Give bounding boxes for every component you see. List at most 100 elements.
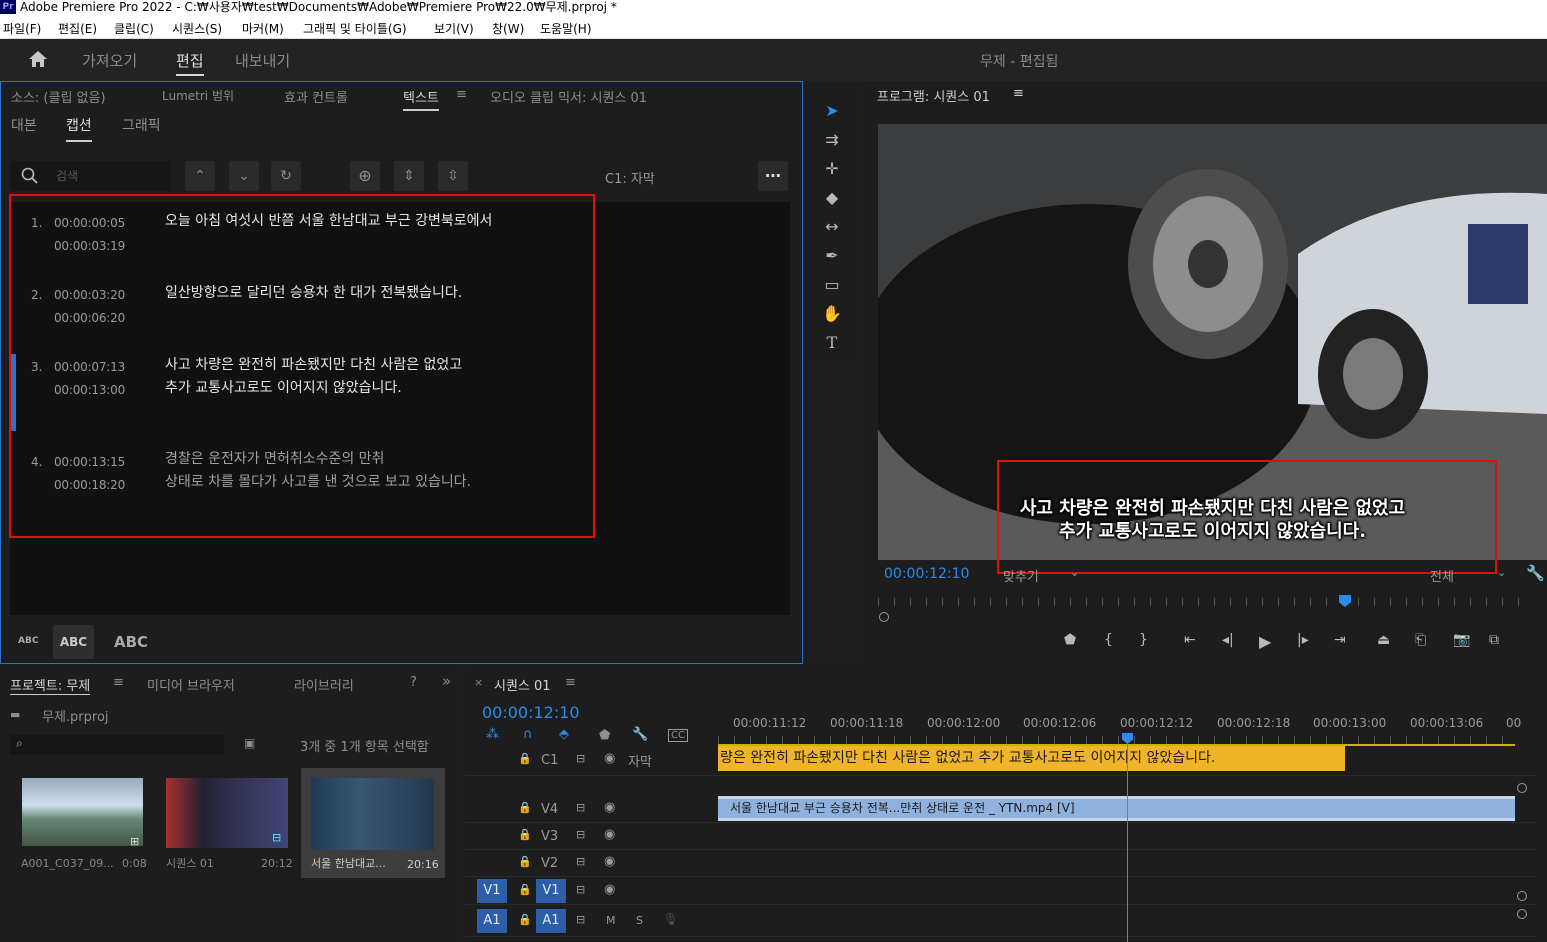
add-marker-icon[interactable]: ⬟ bbox=[1064, 632, 1076, 648]
go-to-out-icon[interactable]: ⇥ bbox=[1334, 632, 1346, 648]
menu-marker[interactable]: 마커(M) bbox=[242, 20, 284, 37]
pen-tool-icon[interactable]: ✒ bbox=[820, 244, 844, 268]
menu-icon[interactable]: ≡ bbox=[113, 675, 124, 690]
timeline-playhead[interactable] bbox=[1127, 736, 1128, 942]
lock-icon[interactable]: 🔒 bbox=[518, 752, 532, 765]
menu-edit[interactable]: 편집(E) bbox=[58, 20, 97, 37]
linked-selection-icon[interactable]: ⬘ bbox=[559, 727, 569, 742]
sync-lock-icon[interactable]: ⊟ bbox=[576, 752, 585, 765]
selection-tool-icon[interactable]: ➤ bbox=[820, 99, 844, 123]
microphone-icon[interactable]: 🎙 bbox=[663, 912, 678, 926]
vertical-scroll-handle[interactable] bbox=[1517, 909, 1527, 919]
chevron-down-icon[interactable]: ⌄ bbox=[1070, 566, 1079, 579]
text-size-medium[interactable]: ABC bbox=[53, 625, 94, 659]
source-patch-a1[interactable]: A1 bbox=[477, 909, 507, 933]
refresh-icon[interactable]: ↻ bbox=[271, 161, 301, 191]
menu-file[interactable]: 파일(F) bbox=[3, 20, 41, 37]
snap-icon[interactable]: ∩ bbox=[523, 727, 533, 742]
tab-libraries[interactable]: 라이브러리 bbox=[294, 675, 354, 694]
merge-caption-button[interactable]: ⇳ bbox=[438, 161, 468, 191]
timeline-tab[interactable]: 시퀀스 01 bbox=[494, 675, 551, 694]
project-search-input[interactable]: ⌕ bbox=[10, 735, 224, 755]
rectangle-tool-icon[interactable]: ▭ bbox=[820, 273, 844, 297]
menu-sequence[interactable]: 시퀀스(S) bbox=[172, 20, 222, 37]
menu-graphics[interactable]: 그래픽 및 타이틀(G) bbox=[303, 20, 407, 37]
razor-tool-icon[interactable]: ◆ bbox=[820, 186, 844, 210]
step-back-icon[interactable]: ◂| bbox=[1222, 632, 1234, 648]
more-options-icon[interactable]: ⋯ bbox=[758, 161, 788, 191]
caption-clip[interactable]: 량은 완전히 파손됐지만 다친 사람은 없었고 추가 교통사고로도 이어지지 않… bbox=[718, 746, 1345, 771]
eye-icon[interactable]: ◉ bbox=[604, 751, 615, 766]
add-caption-button[interactable]: ⊕ bbox=[350, 161, 380, 191]
text-size-large[interactable]: ABC bbox=[114, 633, 148, 651]
tab-audio-clip-mixer[interactable]: 오디오 클립 믹서: 시퀀스 01 bbox=[490, 87, 647, 106]
play-icon[interactable]: ▶ bbox=[1259, 632, 1271, 651]
mark-out-icon[interactable]: } bbox=[1139, 632, 1148, 648]
lock-icon[interactable]: 🔒 bbox=[518, 855, 532, 868]
wrench-icon[interactable]: 🔧 bbox=[632, 727, 648, 742]
prev-caption-button[interactable]: ⌃ bbox=[185, 161, 215, 191]
lift-icon[interactable]: ⏏ bbox=[1377, 632, 1390, 648]
add-marker-icon[interactable]: ⬟ bbox=[599, 728, 610, 743]
menu-view[interactable]: 보기(V) bbox=[434, 20, 474, 37]
search-input[interactable]: 검색 bbox=[56, 167, 78, 184]
type-tool-icon[interactable]: T bbox=[820, 331, 844, 355]
sync-lock-icon[interactable]: ⊟ bbox=[576, 883, 585, 896]
tab-source[interactable]: 소스: (클립 없음) bbox=[11, 87, 106, 106]
chevron-down-icon[interactable]: ⌄ bbox=[1497, 566, 1506, 579]
timeline-timecode[interactable]: 00:00:12:10 bbox=[482, 703, 580, 722]
vertical-scroll-handle[interactable] bbox=[1517, 783, 1527, 793]
menu-window[interactable]: 창(W) bbox=[492, 20, 524, 37]
search-box[interactable]: 검색 bbox=[11, 161, 171, 191]
program-ruler[interactable] bbox=[878, 598, 1528, 606]
new-bin-icon[interactable]: ▣ bbox=[244, 736, 255, 750]
subtab-graphics[interactable]: 그래픽 bbox=[122, 115, 161, 135]
tab-project[interactable]: 프로젝트: 무제 bbox=[10, 675, 91, 695]
export-frame-icon[interactable]: 📷 bbox=[1453, 632, 1470, 648]
wrench-icon[interactable]: 🔧 bbox=[1526, 564, 1545, 582]
compare-view-icon[interactable]: ⧉ bbox=[1489, 632, 1499, 648]
home-icon[interactable] bbox=[28, 50, 48, 68]
ripple-edit-tool-icon[interactable]: ✛ bbox=[820, 157, 844, 181]
next-caption-button[interactable]: ⌄ bbox=[229, 161, 259, 191]
eye-icon[interactable]: ◉ bbox=[604, 800, 615, 815]
eye-icon[interactable]: ◉ bbox=[604, 827, 615, 842]
lock-icon[interactable]: 🔒 bbox=[518, 801, 532, 814]
split-caption-button[interactable]: ⇕ bbox=[394, 161, 424, 191]
lock-icon[interactable]: 🔒 bbox=[518, 913, 532, 926]
menu-icon[interactable]: ≡ bbox=[1013, 86, 1024, 101]
timeline-ruler[interactable] bbox=[718, 736, 1515, 746]
track-id[interactable]: V1 bbox=[536, 879, 566, 903]
mute-button[interactable]: M bbox=[606, 914, 616, 927]
track-id[interactable]: A1 bbox=[536, 909, 566, 933]
tab-effect-controls[interactable]: 효과 컨트롤 bbox=[284, 87, 348, 106]
tab-media-browser[interactable]: 미디어 브라우저 bbox=[147, 675, 235, 694]
program-timecode[interactable]: 00:00:12:10 bbox=[884, 566, 969, 582]
sync-lock-icon[interactable]: ⊟ bbox=[576, 855, 585, 868]
tab-export[interactable]: 내보내기 bbox=[235, 50, 290, 71]
panel-overflow-icon[interactable]: » bbox=[442, 672, 451, 690]
subtab-transcript[interactable]: 대본 bbox=[11, 115, 37, 135]
sync-lock-icon[interactable]: ⊟ bbox=[576, 801, 585, 814]
tab-import[interactable]: 가져오기 bbox=[82, 50, 137, 71]
sync-lock-icon[interactable]: ⊟ bbox=[576, 828, 585, 841]
track-select-tool-icon[interactable]: ⇉ bbox=[820, 128, 844, 152]
hand-tool-icon[interactable]: ✋ bbox=[820, 302, 844, 326]
video-clip[interactable]: 서울 한남대교 부근 승용차 전복...만취 상태로 운전 _ YTN.mp4 … bbox=[718, 796, 1515, 821]
menu-icon[interactable]: ≡ bbox=[456, 87, 467, 102]
source-patch-v1[interactable]: V1 bbox=[477, 879, 507, 903]
project-item[interactable]: ⊟ 시퀀스 01 20:12 bbox=[158, 769, 298, 879]
tab-edit[interactable]: 편집 bbox=[176, 50, 204, 76]
vertical-scroll-handle[interactable] bbox=[1517, 891, 1527, 901]
close-icon[interactable]: × bbox=[474, 676, 483, 689]
project-item-selected[interactable]: 서울 한남대교... 20:16 bbox=[301, 768, 445, 878]
step-forward-icon[interactable]: |▸ bbox=[1297, 632, 1309, 648]
menu-help[interactable]: 도움말(H) bbox=[540, 20, 592, 37]
fit-dropdown[interactable]: 맞추기 bbox=[1003, 566, 1039, 585]
tab-text[interactable]: 텍스트 bbox=[403, 87, 439, 111]
slip-tool-icon[interactable]: ↔ bbox=[820, 215, 844, 239]
quality-dropdown[interactable]: 전체 bbox=[1430, 566, 1454, 585]
tab-lumetri-scopes[interactable]: Lumetri 범위 bbox=[162, 87, 234, 104]
project-item[interactable]: ⊞ A001_C037_09... 0:08 bbox=[12, 769, 152, 879]
captions-icon[interactable]: CC bbox=[668, 729, 688, 742]
